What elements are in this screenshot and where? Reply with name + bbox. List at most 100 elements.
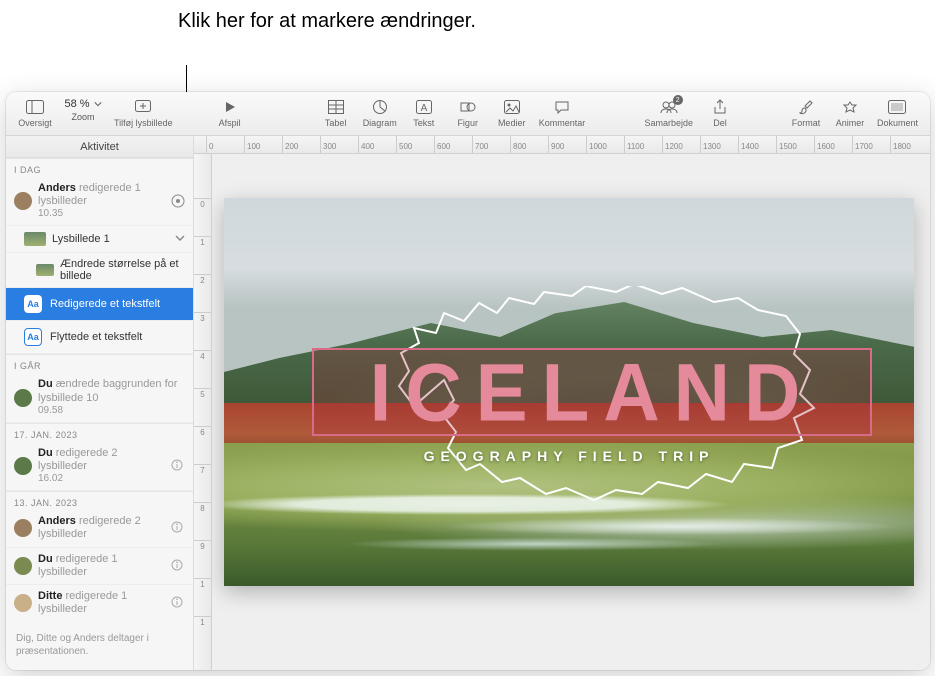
change-edit-label: Redigerede et tekstfelt [50,298,160,310]
change-move-textfield[interactable]: Aa Flyttede et tekstfelt [6,321,193,354]
ruler-vertical: 012345678911 [194,154,212,670]
share-label: Del [713,118,727,128]
svg-text:A: A [420,103,427,114]
ruler-tick: 1700 [852,136,873,153]
activity-entry[interactable]: Anders redigerede 2 lysbilleder [6,510,193,547]
shape-label: Figur [457,118,478,128]
activity-entry[interactable]: Du ændrede baggrunden for lysbillede 10 … [6,373,193,422]
ruler-tick: 1600 [814,136,835,153]
ruler-tick: 200 [282,136,298,153]
play-button[interactable]: Afspil [209,96,251,128]
avatar [14,192,32,210]
brush-icon [799,98,813,116]
activity-entry[interactable]: Anders redigerede 1 lysbilleder 10.35 [6,177,193,226]
collaborate-label: Samarbejde [644,118,693,128]
info-icon[interactable] [171,559,185,573]
ruler-tick: 1100 [624,136,644,153]
avatar [14,557,32,575]
chevron-down-icon[interactable] [175,233,185,246]
ruler-tick: 1400 [738,136,759,153]
slide[interactable]: ICELAND GEOGRAPHY FIELD TRIP [224,198,914,586]
table-icon [328,98,344,116]
section-jan13: 13. JAN. 2023 [6,491,193,510]
plus-icon [135,98,151,116]
highlight-icon[interactable] [171,194,185,208]
canvas-area: 0100200300400500600700800900100011001200… [194,136,930,670]
animate-icon [842,98,858,116]
change-edit-textfield[interactable]: Aa Redigerede et tekstfelt [6,288,193,321]
activity-sidebar: Aktivitet I DAG Anders redigerede 1 lysb… [6,136,194,670]
chart-icon [372,98,388,116]
play-label: Afspil [219,118,241,128]
people-icon: 2 [659,98,679,116]
ruler-tick: 100 [244,136,260,153]
avatar [14,519,32,537]
overview-label: Oversigt [18,118,52,128]
media-icon [504,98,520,116]
ruler-tick: 0 [194,198,211,209]
zoom-value: 58 % [64,98,89,110]
document-button[interactable]: Dokument [873,96,922,128]
ruler-tick: 7 [194,464,211,475]
zoom-control[interactable]: 58 % Zoom [58,96,108,122]
shape-icon [460,98,476,116]
add-slide-label: Tilføj lysbillede [114,118,173,128]
avatar [14,457,32,475]
activity-time: 09.58 [38,405,185,417]
ruler-tick: 1 [194,578,211,589]
chart-button[interactable]: Diagram [359,96,401,128]
title-text-box[interactable]: ICELAND [312,348,872,436]
format-label: Format [792,118,821,128]
add-slide-button[interactable]: Tilføj lysbillede [110,96,177,128]
animate-button[interactable]: Animer [829,96,871,128]
table-label: Tabel [325,118,347,128]
ruler-tick: 800 [510,136,526,153]
activity-user: Du [38,553,53,565]
document-label: Dokument [877,118,918,128]
share-button[interactable]: Del [699,96,741,128]
slide-subtitle[interactable]: GEOGRAPHY FIELD TRIP [224,448,914,464]
callout-text: Klik her for at markere ændringer. [178,8,476,35]
ruler-tick: 400 [358,136,374,153]
ruler-tick: 2 [194,274,211,285]
section-jan17: 17. JAN. 2023 [6,423,193,442]
slide-viewport[interactable]: ICELAND GEOGRAPHY FIELD TRIP [212,154,930,670]
chart-label: Diagram [363,118,397,128]
info-icon[interactable] [171,596,185,610]
ruler-tick: 600 [434,136,450,153]
chevron-down-icon [94,100,102,108]
activity-entry[interactable]: Ditte redigerede 1 lysbilleder [6,585,193,621]
share-icon [713,98,727,116]
ruler-tick: 500 [396,136,412,153]
ruler-tick: 700 [472,136,488,153]
change-resize-label: Ændrede størrelse på et billede [60,258,185,282]
text-button[interactable]: A Tekst [403,96,445,128]
format-button[interactable]: Format [785,96,827,128]
ruler-tick: 4 [194,350,211,361]
shape-button[interactable]: Figur [447,96,489,128]
activity-user: Ditte [38,590,62,602]
slide-entry[interactable]: Lysbillede 1 [6,226,193,253]
media-button[interactable]: Medier [491,96,533,128]
change-resize[interactable]: Ændrede størrelse på et billede [6,253,193,288]
ruler-tick: 1000 [586,136,607,153]
table-button[interactable]: Tabel [315,96,357,128]
overview-button[interactable]: Oversigt [14,96,56,128]
info-icon[interactable] [171,459,185,473]
collaborate-badge: 2 [673,95,683,105]
activity-user: Anders [38,515,76,527]
ruler-tick: 9 [194,540,211,551]
animate-label: Animer [836,118,865,128]
comment-button[interactable]: Kommentar [535,96,590,128]
avatar [14,389,32,407]
activity-entry[interactable]: Du redigerede 1 lysbilleder [6,548,193,585]
ruler-tick: 300 [320,136,336,153]
activity-entry[interactable]: Du redigerede 2 lysbilleder 16.02 [6,442,193,491]
activity-action: ændrede baggrunden for lysbillede 10 [38,378,177,403]
collaborate-button[interactable]: 2 Samarbejde [640,96,697,128]
activity-user: Du [38,447,53,459]
slide-thumbnail [24,232,46,246]
change-move-label: Flyttede et tekstfelt [50,331,142,343]
info-icon[interactable] [171,521,185,535]
comment-label: Kommentar [539,118,586,128]
